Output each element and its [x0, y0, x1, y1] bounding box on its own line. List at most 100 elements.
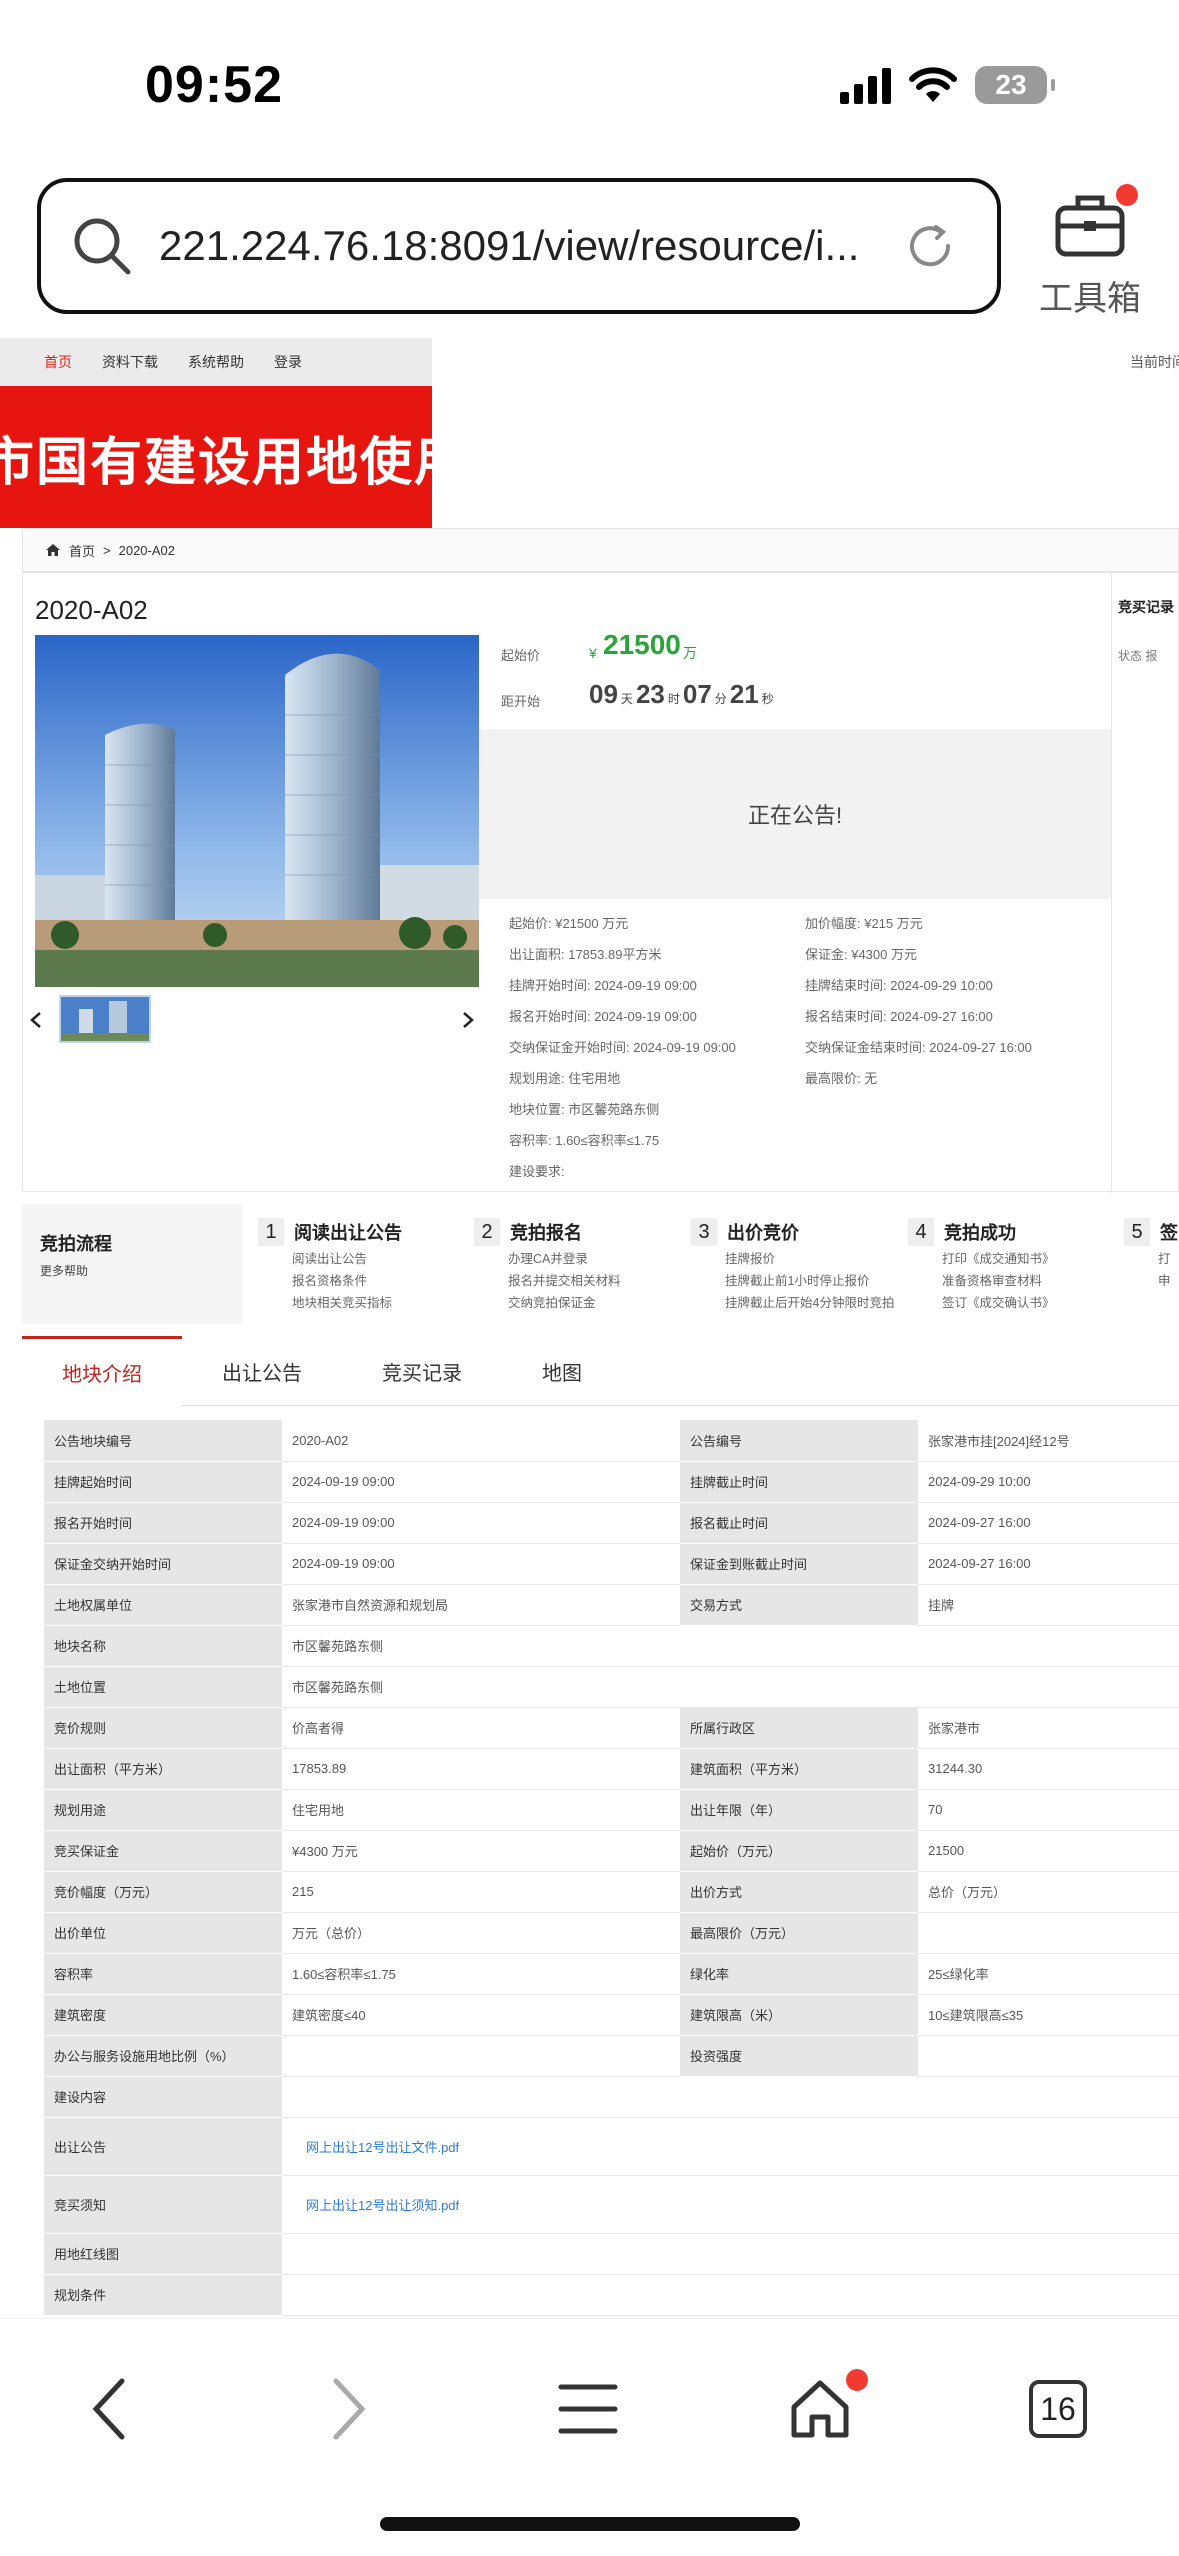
chevron-left-icon[interactable] [29, 1011, 43, 1029]
breadcrumb: 首页 > 2020-A02 [22, 528, 1179, 572]
step-number: 1 [258, 1218, 284, 1246]
toolbox-button[interactable]: 工具箱 [1030, 184, 1150, 320]
table-key-cell: 保证金交纳开始时间 [44, 1543, 282, 1585]
url-text[interactable]: 221.224.76.18:8091/view/resource/i... [159, 222, 903, 270]
table-value-cell: 市区馨苑路东侧 [282, 1625, 1179, 1667]
menu-button[interactable] [538, 2359, 638, 2459]
start-price-label: 起始价 [501, 648, 541, 663]
nav-login[interactable]: 登录 [274, 352, 302, 372]
tab-announcement[interactable]: 出让公告 [182, 1336, 342, 1406]
pdf-link[interactable]: 网上出让12号出让文件.pdf [282, 2117, 1179, 2176]
web-page: 首页 资料下载 系统帮助 登录 当前时间 市国有建设用地使用 首页 > 2020… [0, 338, 1179, 2318]
tab-bid-records[interactable]: 竞买记录 [342, 1336, 502, 1406]
cellular-signal-icon [840, 66, 891, 104]
detail-price-cap: 最高限价: 无 [805, 1071, 878, 1086]
table-key-cell: 建筑限高（米） [680, 1994, 918, 2036]
step-number: 2 [474, 1218, 500, 1246]
table-row: 出价单位 万元（总价） 最高限价（万元） [44, 1912, 1179, 1954]
countdown-label: 距开始 [501, 694, 541, 709]
table-key-cell: 容积率 [44, 1953, 282, 1995]
start-price-value: 21500 [603, 629, 681, 660]
step-title: 出价竞价 [727, 1223, 799, 1243]
flow-help-link[interactable]: 更多帮助 [40, 1262, 242, 1279]
search-icon [74, 218, 131, 275]
step-item: 挂牌截止后开始4分钟限时竞拍 [725, 1296, 895, 1310]
table-row: 竞价幅度（万元） 215 出价方式 总价（万元） [44, 1871, 1179, 1913]
table-value-cell: 215 [282, 1871, 680, 1913]
table-row: 竞买须知 网上出让12号出让须知.pdf [44, 2175, 1179, 2234]
site-nav: 首页 资料下载 系统帮助 登录 [0, 338, 432, 386]
step-item: 签订《成交确认书》 [942, 1296, 1055, 1310]
tabs-button[interactable]: 16 [1008, 2359, 1108, 2459]
table-value-cell [282, 2233, 1179, 2275]
table-value-cell: 万元（总价） [282, 1912, 680, 1954]
notification-dot [1116, 184, 1138, 206]
step-item: 办理CA并登录 [508, 1252, 588, 1266]
back-button[interactable] [60, 2359, 160, 2459]
table-key-cell: 建设内容 [44, 2076, 282, 2118]
table-key-cell: 竞买保证金 [44, 1830, 282, 1872]
tab-land-intro[interactable]: 地块介绍 [22, 1336, 182, 1406]
bid-record-columns: 状态 报 [1118, 649, 1158, 663]
breadcrumb-home[interactable]: 首页 [69, 541, 95, 560]
breadcrumb-separator: > [103, 542, 111, 558]
flow-step-4: 4 竞拍成功 打印《成交通知书》 准备资格审查材料 签订《成交确认书》 [908, 1218, 1128, 1314]
table-key-cell: 所属行政区 [680, 1707, 918, 1749]
table-row: 公告地块编号 2020-A02 公告编号 张家港市挂[2024]经12号 [44, 1420, 1179, 1462]
table-key-cell: 挂牌截止时间 [680, 1461, 918, 1503]
step-number: 4 [908, 1218, 934, 1246]
table-row: 规划条件 [44, 2274, 1179, 2316]
bid-record-sidebar: 竞买记录 状态 报 [1111, 573, 1179, 1193]
table-key-cell: 公告地块编号 [44, 1420, 282, 1462]
table-row: 挂牌起始时间 2024-09-19 09:00 挂牌截止时间 2024-09-29 1… [44, 1461, 1179, 1503]
table-row: 土地位置 市区馨苑路东侧 [44, 1666, 1179, 1708]
table-row: 报名开始时间 2024-09-19 09:00 报名截止时间 2024-09-27 1… [44, 1502, 1179, 1544]
table-key-cell: 交易方式 [680, 1584, 918, 1626]
detail-tabs: 地块介绍 出让公告 竞买记录 地图 [22, 1336, 1179, 1406]
table-value-cell: 市区馨苑路东侧 [282, 1666, 1179, 1708]
table-value-cell: 70 [918, 1789, 1179, 1831]
home-icon [46, 544, 60, 556]
pdf-link[interactable]: 网上出让12号出让须知.pdf [282, 2175, 1179, 2234]
table-value-cell: 2024-09-19 09:00 [282, 1502, 680, 1544]
table-value-cell: 2024-09-27 16:00 [918, 1543, 1179, 1585]
announcement-status: 正在公告! [479, 729, 1111, 899]
table-value-cell: 21500 [918, 1830, 1179, 1872]
table-row: 土地权属单位 张家港市自然资源和规划局 交易方式 挂牌 [44, 1584, 1179, 1626]
table-key-cell: 出让面积（平方米） [44, 1748, 282, 1790]
flow-header: 竞拍流程 更多帮助 [22, 1204, 242, 1324]
status-icons: 23 [840, 60, 1055, 110]
table-key-cell: 挂牌起始时间 [44, 1461, 282, 1503]
step-item: 打印《成交通知书》 [942, 1252, 1055, 1266]
table-value-cell: ¥4300 万元 [282, 1830, 680, 1872]
table-value-cell: 张家港市挂[2024]经12号 [918, 1420, 1179, 1462]
detail-increment: 加价幅度: ¥215 万元 [805, 916, 923, 931]
tab-map[interactable]: 地图 [502, 1336, 622, 1406]
nav-help[interactable]: 系统帮助 [188, 352, 244, 372]
flow-step-5: 5签 打 申 [1124, 1218, 1179, 1292]
chevron-right-icon[interactable] [461, 1011, 475, 1029]
status-time: 09:52 [145, 56, 283, 114]
table-row: 规划用途 住宅用地 出让年限（年） 70 [44, 1789, 1179, 1831]
flow-title: 竞拍流程 [40, 1234, 112, 1254]
reload-icon[interactable] [903, 219, 957, 273]
detail-land-use: 规划用途: 住宅用地 [509, 1071, 621, 1086]
detail-listing-end: 挂牌结束时间: 2024-09-29 10:00 [805, 978, 993, 993]
thumbnail-image[interactable] [59, 995, 151, 1043]
nav-downloads[interactable]: 资料下载 [102, 352, 158, 372]
forward-button[interactable] [298, 2359, 398, 2459]
table-value-cell: 总价（万元） [918, 1871, 1179, 1913]
step-item: 挂牌截止前1小时停止报价 [725, 1274, 870, 1288]
address-bar[interactable]: 221.224.76.18:8091/view/resource/i... [37, 178, 1001, 314]
start-price-unit: 万 [683, 645, 697, 661]
table-key-cell: 建筑面积（平方米） [680, 1748, 918, 1790]
home-button[interactable] [770, 2359, 870, 2459]
table-key-cell: 最高限价（万元） [680, 1912, 918, 1954]
table-key-cell: 起始价（万元） [680, 1830, 918, 1872]
nav-home[interactable]: 首页 [44, 352, 72, 372]
countdown-minutes: 07 [682, 679, 712, 709]
table-key-cell: 出价方式 [680, 1871, 918, 1913]
bidding-flow: 竞拍流程 更多帮助 1 阅读出让公告 阅读出让公告 报名资格条件 地块相关竞买指标… [22, 1204, 1179, 1324]
table-value-cell: 2020-A02 [282, 1420, 680, 1462]
table-row: 出让面积（平方米） 17853.89 建筑面积（平方米） 31244.30 [44, 1748, 1179, 1790]
